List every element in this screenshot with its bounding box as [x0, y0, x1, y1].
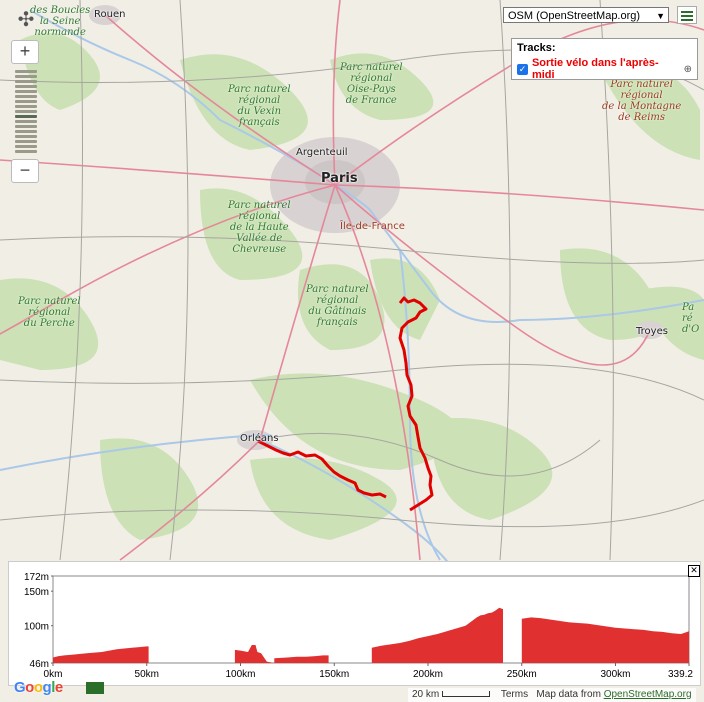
attribution-bar: 20 km Terms Map data from OpenStreetMap.…	[408, 688, 696, 702]
track-row: ✓ Sortie vélo dans l'après-midi ⊕	[517, 57, 692, 81]
zoom-level-step[interactable]	[15, 145, 37, 148]
osm-link[interactable]: OpenStreetMap.org	[604, 689, 692, 700]
tracks-title: Tracks:	[517, 42, 556, 54]
map-data-label: Map data from	[536, 689, 601, 700]
zoom-in-button[interactable]: +	[11, 40, 39, 64]
zoom-level-step[interactable]	[15, 95, 37, 98]
map-type-select[interactable]: OSM (OpenStreetMap.org) ▼	[503, 7, 669, 23]
park-label-boucles: des Boucles la Seine normande	[30, 5, 91, 38]
hamburger-icon[interactable]	[677, 6, 697, 24]
scale-label: 20 km	[412, 689, 440, 700]
zoom-level-step[interactable]	[15, 140, 37, 143]
zoom-level-step[interactable]	[15, 150, 37, 153]
zoom-level-step[interactable]	[15, 100, 37, 103]
zoom-level-step[interactable]	[15, 90, 37, 93]
park-label-chevreuse: Parc naturel régional de la Haute Vallée…	[228, 200, 291, 255]
scale-bar	[442, 691, 491, 698]
x-tick-label: 150km	[319, 669, 349, 680]
zoom-level-step[interactable]	[15, 135, 37, 138]
elevation-profile: 172m 150m 100m 46m 0km 50km 100km 150km 200km 250…	[8, 561, 701, 686]
y-tick-label: 100m	[24, 622, 49, 633]
zoom-out-button[interactable]: −	[11, 159, 39, 183]
zoom-control: + −	[11, 40, 39, 183]
city-label-rouen: Rouen	[94, 9, 126, 20]
park-label-oise: Parc naturel régional Oise-Pays de Franc…	[340, 62, 403, 106]
tracks-panel: Tracks: ✓ Sortie vélo dans l'après-midi …	[511, 38, 698, 81]
google-logo: Google	[14, 679, 63, 696]
zoom-slider[interactable]	[11, 70, 39, 153]
track-checkbox[interactable]: ✓	[517, 63, 528, 75]
pan-compass-icon[interactable]: ✣	[14, 8, 38, 32]
x-tick-label: 339.2	[668, 669, 693, 680]
park-label-reims: Parc naturel régional de la Montagne de …	[602, 79, 682, 123]
park-label-east: Pa ré d'O	[682, 302, 700, 335]
park-label-vexin: Parc naturel régional du Vexin français	[228, 84, 291, 128]
zoom-level-step[interactable]	[15, 125, 37, 128]
zoom-level-step[interactable]	[15, 85, 37, 88]
y-tick-label: 150m	[24, 587, 49, 598]
x-tick-label: 100km	[225, 669, 255, 680]
track-name[interactable]: Sortie vélo dans l'après-midi	[532, 57, 681, 81]
y-tick-label: 172m	[24, 572, 49, 583]
zoom-level-step[interactable]	[15, 110, 37, 113]
park-label-gatinais: Parc naturel régional du Gâtinais frança…	[306, 284, 369, 328]
zoom-level-step[interactable]	[15, 105, 37, 108]
city-label-orleans: Orléans	[240, 433, 279, 444]
x-tick-label: 300km	[600, 669, 630, 680]
zoom-level-step[interactable]	[15, 130, 37, 133]
zoom-level-step[interactable]	[15, 115, 37, 118]
map-type-value: OSM (OpenStreetMap.org)	[508, 10, 641, 22]
zoom-level-step[interactable]	[15, 80, 37, 83]
city-label-paris: Paris	[321, 171, 358, 186]
x-tick-label: 250km	[507, 669, 537, 680]
x-tick-label: 200km	[413, 669, 443, 680]
terms-link[interactable]: Terms	[501, 689, 528, 700]
region-label-iledefrance: Île-de-France	[340, 221, 405, 232]
crosshair-icon[interactable]: ⊕	[684, 64, 692, 75]
park-label-perche: Parc naturel régional du Perche	[18, 296, 81, 329]
chevron-down-icon: ▼	[656, 11, 665, 21]
terrain-thumbnail-icon[interactable]	[86, 682, 104, 694]
x-tick-label: 50km	[135, 669, 159, 680]
elevation-chart[interactable]: 172m150m100m46m0km 50km 100km 150km 200km 250…	[9, 562, 700, 685]
zoom-level-step[interactable]	[15, 120, 37, 123]
city-label-argenteuil: Argenteuil	[296, 147, 348, 158]
zoom-level-step[interactable]	[15, 75, 37, 78]
city-label-troyes: Troyes	[636, 326, 668, 337]
close-icon[interactable]: ✕	[688, 565, 700, 577]
zoom-level-step[interactable]	[15, 70, 37, 73]
